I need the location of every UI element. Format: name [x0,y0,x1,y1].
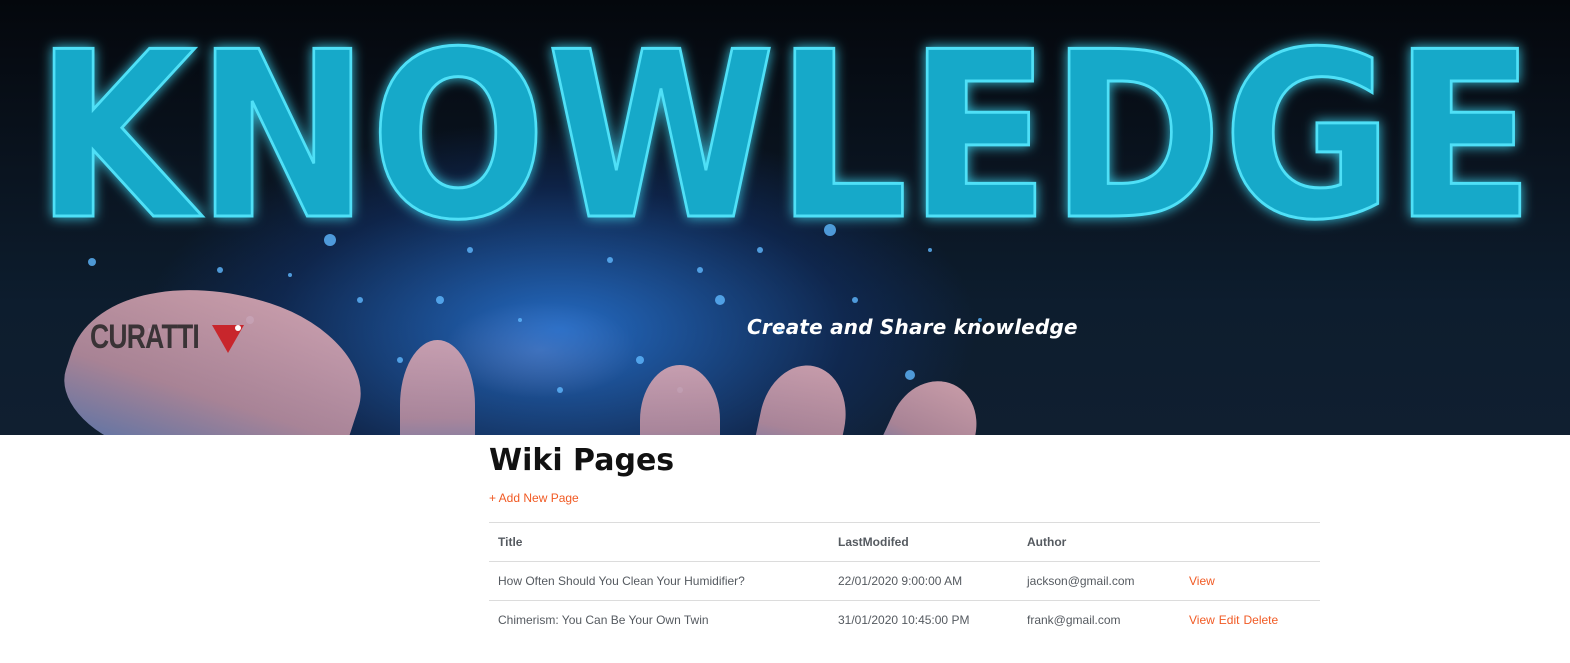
row-author: frank@gmail.com [1018,600,1180,639]
table-row: Chimerism: You Can Be Your Own Twin 31/0… [489,600,1320,639]
logo-text: CURATTI [90,318,200,356]
main-content: Wiki Pages + Add New Page Title LastModi… [489,435,1320,639]
view-link[interactable]: View [1189,613,1215,627]
table-header-row: Title LastModifed Author [489,522,1320,562]
header-title: Title [489,522,829,562]
page-title: Wiki Pages [489,443,675,478]
add-new-page-link[interactable]: + Add New Page [489,491,579,505]
hero-banner: KNOWLEDGE CURATTI Create and Share knowl… [0,0,1570,435]
hero-tagline: Create and Share knowledge [747,315,1078,339]
delete-link[interactable]: Delete [1243,613,1278,627]
row-author: jackson@gmail.com [1018,561,1180,601]
row-actions: View Edit Delete [1180,600,1320,639]
table-row: How Often Should You Clean Your Humidifi… [489,561,1320,601]
row-last-modified: 22/01/2020 9:00:00 AM [829,561,1018,601]
row-title: Chimerism: You Can Be Your Own Twin [489,600,829,639]
svg-text:KNOWLEDGE: KNOWLEDGE [35,8,1535,248]
row-title: How Often Should You Clean Your Humidifi… [489,561,829,601]
row-actions: View [1180,561,1320,601]
wiki-pages-table: Title LastModifed Author How Often Shoul… [489,522,1320,639]
logo-triangle-icon [212,324,244,353]
header-last-modified: LastModifed [829,522,1018,562]
header-actions [1180,522,1320,562]
view-link[interactable]: View [1189,574,1215,588]
header-author: Author [1018,522,1180,562]
curatti-logo[interactable]: CURATTI [90,318,246,357]
row-last-modified: 31/01/2020 10:45:00 PM [829,600,1018,639]
edit-link[interactable]: Edit [1219,613,1240,627]
hero-knowledge-word: KNOWLEDGE [0,8,1570,248]
